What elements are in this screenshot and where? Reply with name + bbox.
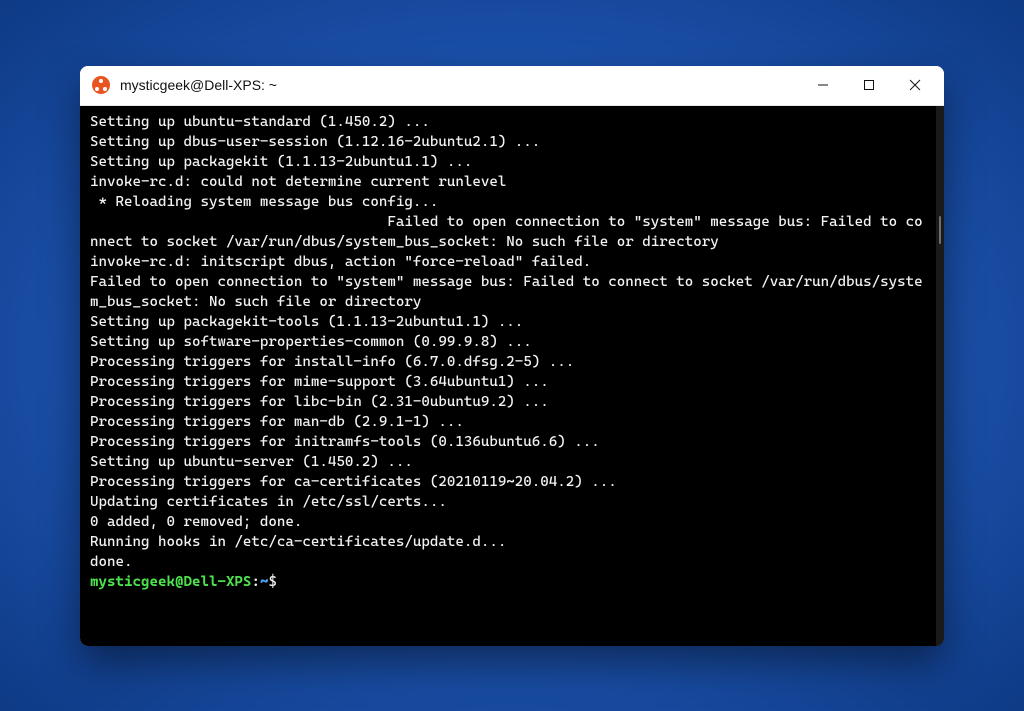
terminal-line: Setting up ubuntu-server (1.450.2) ... <box>90 452 926 472</box>
terminal-line: invoke-rc.d: could not determine current… <box>90 172 926 192</box>
terminal-line: Setting up ubuntu-standard (1.450.2) ... <box>90 112 926 132</box>
scrollbar[interactable] <box>936 106 944 646</box>
terminal-line: Processing triggers for install-info (6.… <box>90 352 926 372</box>
terminal-line: Setting up packagekit (1.1.13-2ubuntu1.1… <box>90 152 926 172</box>
close-button[interactable] <box>892 69 938 101</box>
terminal-line: Failed to open connection to "system" me… <box>90 212 926 252</box>
terminal-line: Setting up software-properties-common (0… <box>90 332 926 352</box>
terminal-window: mysticgeek@Dell-XPS: ~ Setting up ubuntu… <box>80 66 944 646</box>
window-controls <box>800 69 938 101</box>
ubuntu-icon <box>92 76 110 94</box>
maximize-button[interactable] <box>846 69 892 101</box>
prompt-line[interactable]: mysticgeek@Dell-XPS:~$ <box>90 572 926 592</box>
terminal-line: Running hooks in /etc/ca-certificates/up… <box>90 532 926 552</box>
terminal-line: Processing triggers for libc-bin (2.31-0… <box>90 392 926 412</box>
terminal-output[interactable]: Setting up ubuntu-standard (1.450.2) ...… <box>80 106 936 646</box>
terminal-line: * Reloading system message bus config... <box>90 192 926 212</box>
terminal-line: 0 added, 0 removed; done. <box>90 512 926 532</box>
terminal-body: Setting up ubuntu-standard (1.450.2) ...… <box>80 106 944 646</box>
prompt-symbol: $ <box>268 574 285 590</box>
terminal-line: Updating certificates in /etc/ssl/certs.… <box>90 492 926 512</box>
terminal-line: Setting up packagekit-tools (1.1.13-2ubu… <box>90 312 926 332</box>
titlebar[interactable]: mysticgeek@Dell-XPS: ~ <box>80 66 944 106</box>
terminal-line: invoke-rc.d: initscript dbus, action "fo… <box>90 252 926 272</box>
terminal-line: done. <box>90 552 926 572</box>
prompt-user-host: mysticgeek@Dell-XPS <box>90 574 251 590</box>
terminal-line: Setting up dbus-user-session (1.12.16-2u… <box>90 132 926 152</box>
terminal-line: Processing triggers for ca-certificates … <box>90 472 926 492</box>
window-title: mysticgeek@Dell-XPS: ~ <box>120 77 800 93</box>
terminal-line: Failed to open connection to "system" me… <box>90 272 926 312</box>
prompt-colon: : <box>251 574 260 590</box>
scroll-thumb[interactable] <box>939 216 941 244</box>
terminal-line: Processing triggers for mime-support (3.… <box>90 372 926 392</box>
terminal-line: Processing triggers for man-db (2.9.1-1)… <box>90 412 926 432</box>
terminal-line: Processing triggers for initramfs-tools … <box>90 432 926 452</box>
minimize-button[interactable] <box>800 69 846 101</box>
